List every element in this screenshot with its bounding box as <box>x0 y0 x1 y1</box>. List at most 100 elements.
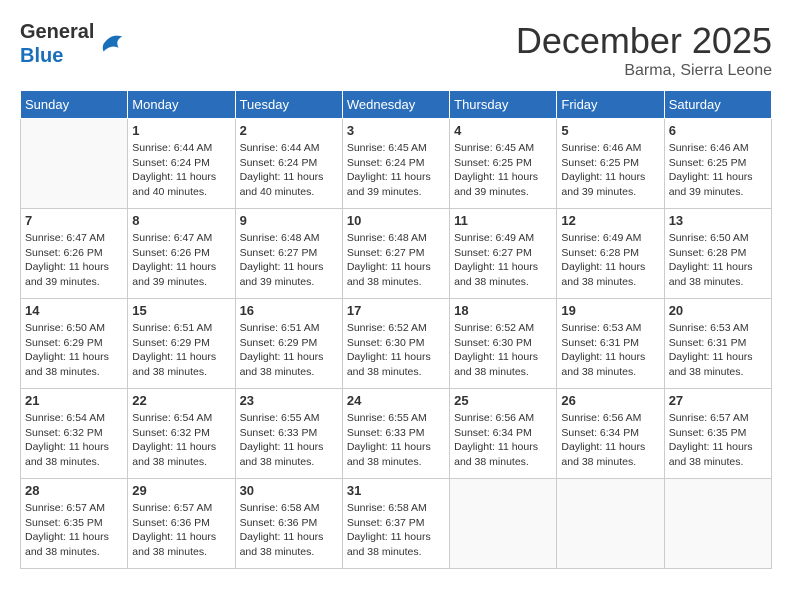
day-number: 26 <box>561 393 659 408</box>
calendar-cell: 21 Sunrise: 6:54 AM Sunset: 6:32 PM Dayli… <box>21 389 128 479</box>
day-number: 5 <box>561 123 659 138</box>
calendar-cell: 2Sunrise: 6:44 AM Sunset: 6:24 PM Daylig… <box>235 119 342 209</box>
day-number: 9 <box>240 213 338 228</box>
title-section: December 2025 Barma, Sierra Leone <box>516 20 772 80</box>
calendar-cell: 8Sunrise: 6:47 AM Sunset: 6:26 PM Daylig… <box>128 209 235 299</box>
day-info: Sunrise: 6:53 AM Sunset: 6:31 PM Dayligh… <box>669 321 767 380</box>
weekday-header-monday: Monday <box>128 91 235 119</box>
calendar-cell: 17Sunrise: 6:52 AM Sunset: 6:30 PM Dayli… <box>342 299 449 389</box>
day-info: Sunrise: 6:44 AM Sunset: 6:24 PM Dayligh… <box>132 141 230 200</box>
day-number: 31 <box>347 483 445 498</box>
calendar-cell: 5 Sunrise: 6:46 AM Sunset: 6:25 PM Daylig… <box>557 119 664 209</box>
calendar-cell <box>664 479 771 569</box>
day-info: Sunrise: 6:55 AM Sunset: 6:33 PM Dayligh… <box>347 411 445 470</box>
week-row-3: 14Sunrise: 6:50 AM Sunset: 6:29 PM Dayli… <box>21 299 772 389</box>
calendar-cell: 23Sunrise: 6:55 AM Sunset: 6:33 PM Dayli… <box>235 389 342 479</box>
day-info: Sunrise: 6:51 AM Sunset: 6:29 PM Dayligh… <box>132 321 230 380</box>
location-subtitle: Barma, Sierra Leone <box>516 62 772 80</box>
calendar-cell: 31 Sunrise: 6:58 AM Sunset: 6:37 PM Dayli… <box>342 479 449 569</box>
logo: General Blue <box>20 20 126 68</box>
calendar-cell: 19 Sunrise: 6:53 AM Sunset: 6:31 PM Dayli… <box>557 299 664 389</box>
day-number: 10 <box>347 213 445 228</box>
calendar-cell: 28 Sunrise: 6:57 AM Sunset: 6:35 PM Dayli… <box>21 479 128 569</box>
logo-bird-icon <box>96 29 126 59</box>
calendar-cell: 3 Sunrise: 6:45 AM Sunset: 6:24 PM Daylig… <box>342 119 449 209</box>
day-number: 15 <box>132 303 230 318</box>
day-info: Sunrise: 6:56 AM Sunset: 6:34 PM Dayligh… <box>561 411 659 470</box>
logo-blue-text: Blue <box>20 45 63 67</box>
day-number: 30 <box>240 483 338 498</box>
calendar-cell: 7 Sunrise: 6:47 AM Sunset: 6:26 PM Daylig… <box>21 209 128 299</box>
calendar-cell: 20Sunrise: 6:53 AM Sunset: 6:31 PM Dayli… <box>664 299 771 389</box>
page-header: General Blue December 2025 Barma, Sierra… <box>20 20 772 80</box>
calendar-cell: 4Sunrise: 6:45 AM Sunset: 6:25 PM Daylig… <box>450 119 557 209</box>
day-info: Sunrise: 6:57 AM Sunset: 6:35 PM Dayligh… <box>669 411 767 470</box>
day-number: 17 <box>347 303 445 318</box>
day-number: 1 <box>132 123 230 138</box>
week-row-1: 1 Sunrise: 6:44 AM Sunset: 6:24 PM Daylig… <box>21 119 772 209</box>
weekday-header-thursday: Thursday <box>450 91 557 119</box>
day-info: Sunrise: 6:56 AM Sunset: 6:34 PM Dayligh… <box>454 411 552 470</box>
calendar-cell: 24 Sunrise: 6:55 AM Sunset: 6:33 PM Dayli… <box>342 389 449 479</box>
calendar-cell: 16 Sunrise: 6:51 AM Sunset: 6:29 PM Dayli… <box>235 299 342 389</box>
day-info: Sunrise: 6:45 AM Sunset: 6:24 PM Dayligh… <box>347 141 445 200</box>
day-info: Sunrise: 6:54 AM Sunset: 6:32 PM Dayligh… <box>25 411 123 470</box>
day-number: 24 <box>347 393 445 408</box>
week-row-2: 7 Sunrise: 6:47 AM Sunset: 6:26 PM Daylig… <box>21 209 772 299</box>
day-info: Sunrise: 6:57 AM Sunset: 6:35 PM Dayligh… <box>25 501 123 560</box>
weekday-header-friday: Friday <box>557 91 664 119</box>
day-info: Sunrise: 6:46 AM Sunset: 6:25 PM Dayligh… <box>669 141 767 200</box>
day-info: Sunrise: 6:47 AM Sunset: 6:26 PM Dayligh… <box>132 231 230 290</box>
day-info: Sunrise: 6:55 AM Sunset: 6:33 PM Dayligh… <box>240 411 338 470</box>
week-row-5: 28 Sunrise: 6:57 AM Sunset: 6:35 PM Dayli… <box>21 479 772 569</box>
weekday-header-saturday: Saturday <box>664 91 771 119</box>
calendar-cell <box>21 119 128 209</box>
calendar-cell: 12 Sunrise: 6:49 AM Sunset: 6:28 PM Dayli… <box>557 209 664 299</box>
calendar-cell: 1 Sunrise: 6:44 AM Sunset: 6:24 PM Daylig… <box>128 119 235 209</box>
day-info: Sunrise: 6:47 AM Sunset: 6:26 PM Dayligh… <box>25 231 123 290</box>
day-info: Sunrise: 6:50 AM Sunset: 6:28 PM Dayligh… <box>669 231 767 290</box>
day-info: Sunrise: 6:48 AM Sunset: 6:27 PM Dayligh… <box>347 231 445 290</box>
day-info: Sunrise: 6:46 AM Sunset: 6:25 PM Dayligh… <box>561 141 659 200</box>
week-row-4: 21 Sunrise: 6:54 AM Sunset: 6:32 PM Dayli… <box>21 389 772 479</box>
day-info: Sunrise: 6:54 AM Sunset: 6:32 PM Dayligh… <box>132 411 230 470</box>
weekday-header-row: SundayMondayTuesdayWednesdayThursdayFrid… <box>21 91 772 119</box>
day-number: 29 <box>132 483 230 498</box>
day-number: 14 <box>25 303 123 318</box>
day-info: Sunrise: 6:51 AM Sunset: 6:29 PM Dayligh… <box>240 321 338 380</box>
day-info: Sunrise: 6:49 AM Sunset: 6:28 PM Dayligh… <box>561 231 659 290</box>
day-number: 6 <box>669 123 767 138</box>
weekday-header-sunday: Sunday <box>21 91 128 119</box>
day-number: 25 <box>454 393 552 408</box>
day-number: 21 <box>25 393 123 408</box>
calendar-cell: 30Sunrise: 6:58 AM Sunset: 6:36 PM Dayli… <box>235 479 342 569</box>
day-number: 22 <box>132 393 230 408</box>
calendar-cell: 25 Sunrise: 6:56 AM Sunset: 6:34 PM Dayli… <box>450 389 557 479</box>
weekday-header-tuesday: Tuesday <box>235 91 342 119</box>
day-info: Sunrise: 6:48 AM Sunset: 6:27 PM Dayligh… <box>240 231 338 290</box>
day-number: 16 <box>240 303 338 318</box>
day-info: Sunrise: 6:52 AM Sunset: 6:30 PM Dayligh… <box>454 321 552 380</box>
day-number: 7 <box>25 213 123 228</box>
day-number: 4 <box>454 123 552 138</box>
day-number: 11 <box>454 213 552 228</box>
day-info: Sunrise: 6:58 AM Sunset: 6:37 PM Dayligh… <box>347 501 445 560</box>
day-number: 12 <box>561 213 659 228</box>
calendar-cell: 6 Sunrise: 6:46 AM Sunset: 6:25 PM Daylig… <box>664 119 771 209</box>
day-number: 2 <box>240 123 338 138</box>
calendar-cell: 14Sunrise: 6:50 AM Sunset: 6:29 PM Dayli… <box>21 299 128 389</box>
calendar-cell: 27 Sunrise: 6:57 AM Sunset: 6:35 PM Dayli… <box>664 389 771 479</box>
calendar-table: SundayMondayTuesdayWednesdayThursdayFrid… <box>20 90 772 569</box>
day-number: 27 <box>669 393 767 408</box>
day-info: Sunrise: 6:53 AM Sunset: 6:31 PM Dayligh… <box>561 321 659 380</box>
month-year-title: December 2025 <box>516 20 772 62</box>
day-number: 19 <box>561 303 659 318</box>
day-number: 3 <box>347 123 445 138</box>
day-info: Sunrise: 6:57 AM Sunset: 6:36 PM Dayligh… <box>132 501 230 560</box>
calendar-cell: 26 Sunrise: 6:56 AM Sunset: 6:34 PM Dayli… <box>557 389 664 479</box>
calendar-cell: 9 Sunrise: 6:48 AM Sunset: 6:27 PM Daylig… <box>235 209 342 299</box>
calendar-cell <box>450 479 557 569</box>
day-number: 28 <box>25 483 123 498</box>
day-number: 13 <box>669 213 767 228</box>
calendar-cell: 10 Sunrise: 6:48 AM Sunset: 6:27 PM Dayli… <box>342 209 449 299</box>
